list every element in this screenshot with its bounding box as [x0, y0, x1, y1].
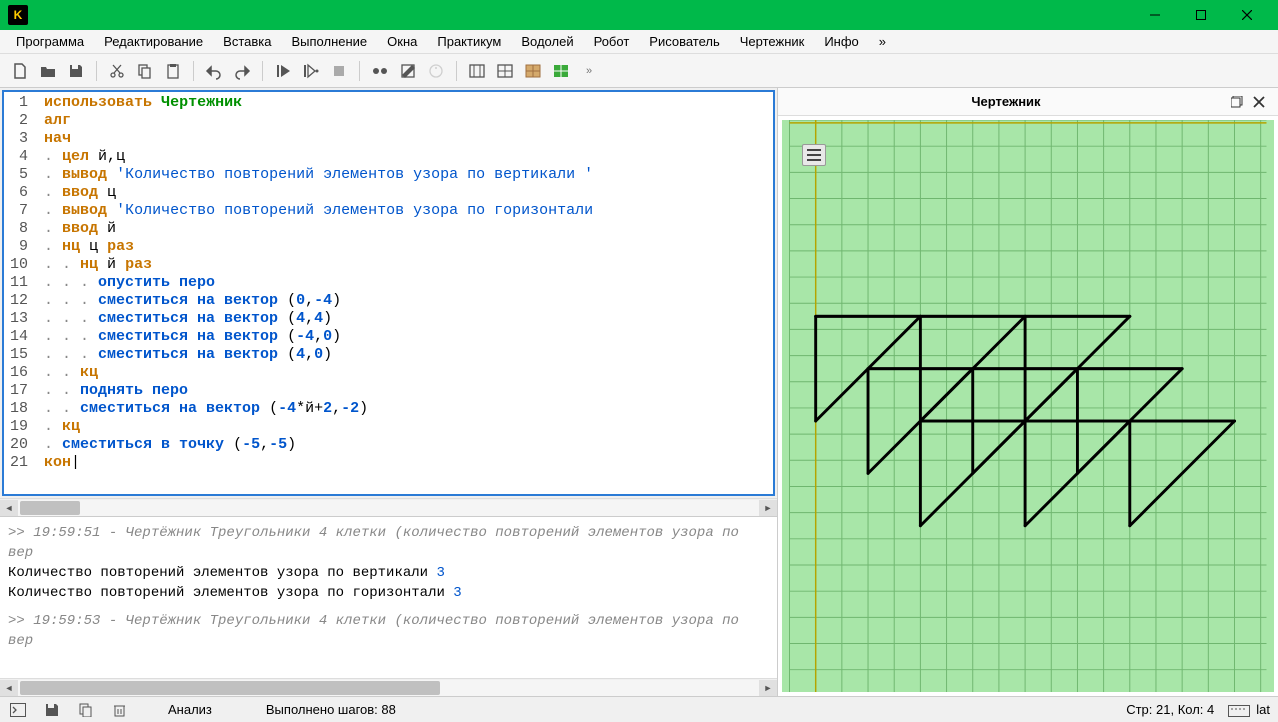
paste-icon[interactable]	[161, 59, 185, 83]
actor-2-icon[interactable]	[396, 59, 420, 83]
panel-close-icon[interactable]	[1248, 91, 1270, 113]
code-editor[interactable]: 123456789101112131415161718192021 исполь…	[2, 90, 775, 496]
minimize-button[interactable]	[1132, 0, 1178, 30]
run-icon[interactable]	[271, 59, 295, 83]
layout-1-icon[interactable]	[465, 59, 489, 83]
output-console: >> 19:59:51 - Чертёжник Треугольники 4 к…	[0, 516, 777, 696]
line-gutter: 123456789101112131415161718192021	[4, 92, 38, 474]
console-log-line: >> 19:59:53 - Чертёжник Треугольники 4 к…	[8, 611, 769, 651]
menu-item[interactable]: Робот	[584, 31, 640, 52]
status-keyboard-indicator[interactable]: lat	[1228, 702, 1270, 717]
menu-item[interactable]: Рисователь	[639, 31, 729, 52]
drawer-title: Чертежник	[786, 94, 1226, 109]
open-file-icon[interactable]	[36, 59, 60, 83]
layout-2-icon[interactable]	[493, 59, 517, 83]
menubar: ПрограммаРедактированиеВставкаВыполнение…	[0, 30, 1278, 54]
scroll-right-icon[interactable]: ►	[759, 680, 777, 696]
console-log-line: >> 19:59:51 - Чертёжник Треугольники 4 к…	[8, 523, 769, 563]
console-output-line: Количество повторений элементов узора по…	[8, 563, 769, 583]
toolbar: »	[0, 54, 1278, 88]
keyboard-icon	[1228, 703, 1250, 717]
save-file-icon[interactable]	[64, 59, 88, 83]
stop-icon[interactable]	[327, 59, 351, 83]
titlebar: K	[0, 0, 1278, 30]
actor-1-icon[interactable]	[368, 59, 392, 83]
step-icon[interactable]	[299, 59, 323, 83]
new-file-icon[interactable]	[8, 59, 32, 83]
menu-item[interactable]: Инфо	[814, 31, 868, 52]
menu-item[interactable]: Практикум	[427, 31, 511, 52]
status-cursor-pos: Стр: 21, Кол: 4	[1126, 702, 1214, 717]
drawer-panel-header: Чертежник	[778, 88, 1278, 116]
drawer-canvas[interactable]	[782, 120, 1274, 692]
app-logo-icon: K	[8, 5, 28, 25]
console-output-line: Количество повторений элементов узора по…	[8, 583, 769, 603]
menu-item[interactable]: Редактирование	[94, 31, 213, 52]
statusbar: Анализ Выполнено шагов: 88 Стр: 21, Кол:…	[0, 696, 1278, 722]
menu-item[interactable]: Выполнение	[281, 31, 377, 52]
canvas-menu-icon[interactable]	[802, 144, 826, 166]
panel-restore-icon[interactable]	[1226, 91, 1248, 113]
editor-hscrollbar[interactable]: ◄ ►	[0, 498, 777, 516]
toolbar-more-icon[interactable]: »	[577, 59, 601, 83]
menu-item[interactable]: Чертежник	[730, 31, 815, 52]
menu-item[interactable]: »	[869, 31, 896, 52]
undo-icon[interactable]	[202, 59, 226, 83]
actor-3-icon[interactable]	[424, 59, 448, 83]
status-steps-label: Выполнено шагов: 88	[266, 702, 396, 717]
menu-item[interactable]: Водолей	[511, 31, 583, 52]
status-analysis-label: Анализ	[168, 702, 212, 717]
menu-item[interactable]: Вставка	[213, 31, 281, 52]
scroll-right-icon[interactable]: ►	[759, 500, 777, 516]
status-save-icon[interactable]	[42, 701, 62, 719]
cut-icon[interactable]	[105, 59, 129, 83]
scroll-left-icon[interactable]: ◄	[0, 500, 18, 516]
status-clear-icon[interactable]	[110, 701, 130, 719]
copy-icon[interactable]	[133, 59, 157, 83]
menu-item[interactable]: Программа	[6, 31, 94, 52]
status-console-icon[interactable]	[8, 701, 28, 719]
close-button[interactable]	[1224, 0, 1270, 30]
layout-3-icon[interactable]	[521, 59, 545, 83]
redo-icon[interactable]	[230, 59, 254, 83]
menu-item[interactable]: Окна	[377, 31, 427, 52]
scroll-left-icon[interactable]: ◄	[0, 680, 18, 696]
status-copy-icon[interactable]	[76, 701, 96, 719]
console-hscrollbar[interactable]: ◄ ►	[0, 678, 777, 696]
console-text[interactable]: >> 19:59:51 - Чертёжник Треугольники 4 к…	[0, 517, 777, 678]
maximize-button[interactable]	[1178, 0, 1224, 30]
layout-4-icon[interactable]	[549, 59, 573, 83]
